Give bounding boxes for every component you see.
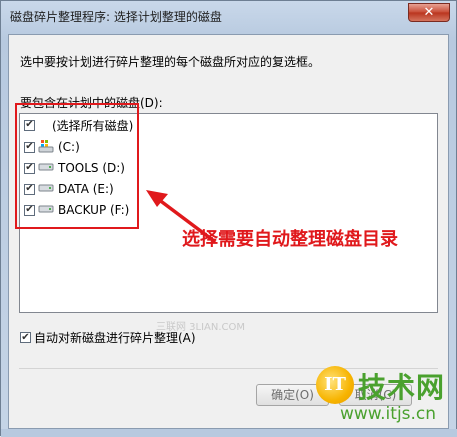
annotation-highlight-box bbox=[15, 103, 139, 229]
close-icon: ✕ bbox=[423, 5, 435, 20]
logo-url: www.itjs.cn bbox=[340, 404, 437, 424]
instruction-text: 选中要按计划进行碎片整理的每个磁盘所对应的复选框。 bbox=[20, 55, 321, 69]
logo-text: 技术网 bbox=[358, 371, 446, 404]
annotation-text: 选择需要自动整理磁盘目录 bbox=[182, 229, 398, 250]
auto-defrag-label: 自动对新磁盘进行碎片整理(A) bbox=[34, 331, 196, 345]
logo-badge: IT bbox=[316, 366, 354, 404]
window-title: 磁盘碎片整理程序: 选择计划整理的磁盘 bbox=[10, 10, 222, 24]
auto-defrag-checkbox[interactable]: ✔ bbox=[20, 332, 31, 343]
close-button[interactable]: ✕ bbox=[408, 3, 450, 22]
title-bar[interactable]: 磁盘碎片整理程序: 选择计划整理的磁盘 ✕ bbox=[1, 1, 456, 33]
auto-defrag-option[interactable]: ✔ 自动对新磁盘进行碎片整理(A) bbox=[20, 329, 196, 346]
site-logo: IT 技术网 www.itjs.cn bbox=[312, 358, 457, 436]
